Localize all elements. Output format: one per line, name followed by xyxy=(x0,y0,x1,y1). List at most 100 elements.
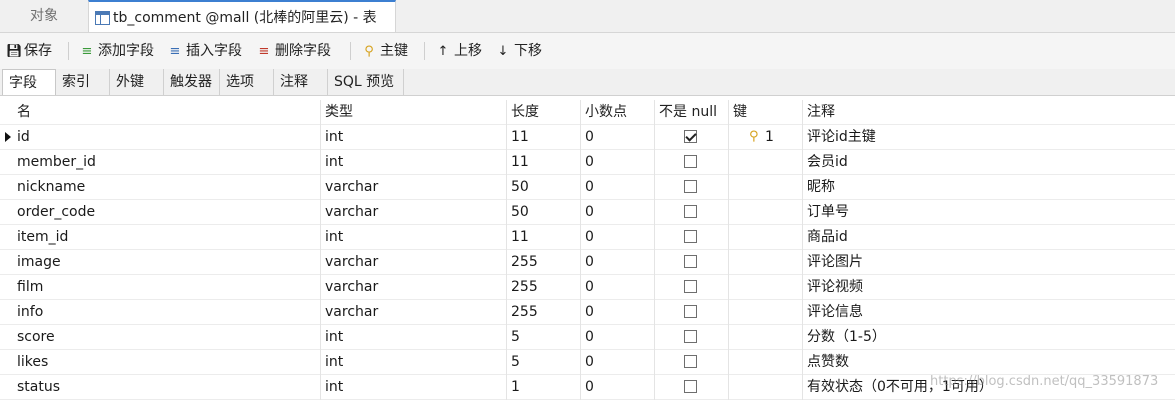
field-name-cell[interactable]: item_id xyxy=(13,225,321,250)
tab-triggers[interactable]: 触发器 xyxy=(164,69,220,95)
primary-key-button[interactable]: ⚲ 主键 xyxy=(362,41,408,61)
field-comment-cell[interactable]: 订单号 xyxy=(803,200,1175,225)
tab-indexes[interactable]: 索引 xyxy=(56,69,110,95)
field-type-cell[interactable]: int xyxy=(321,125,507,150)
field-length-cell[interactable]: 255 xyxy=(507,300,581,325)
not-null-checkbox[interactable] xyxy=(684,230,697,243)
field-comment-cell[interactable]: 评论信息 xyxy=(803,300,1175,325)
field-type-cell[interactable]: varchar xyxy=(321,175,507,200)
field-not-null-cell[interactable] xyxy=(655,150,729,175)
field-name-cell[interactable]: nickname xyxy=(13,175,321,200)
field-key-cell[interactable] xyxy=(729,200,803,225)
tab-options[interactable]: 选项 xyxy=(220,69,274,95)
field-not-null-cell[interactable] xyxy=(655,175,729,200)
field-comment-cell[interactable]: 点赞数 xyxy=(803,350,1175,375)
field-not-null-cell[interactable] xyxy=(655,225,729,250)
field-name-cell[interactable]: film xyxy=(13,275,321,300)
field-not-null-cell[interactable] xyxy=(655,200,729,225)
field-type-cell[interactable]: varchar xyxy=(321,275,507,300)
field-length-cell[interactable]: 11 xyxy=(507,225,581,250)
field-not-null-cell[interactable] xyxy=(655,125,729,150)
field-decimals-cell[interactable]: 0 xyxy=(581,325,655,350)
not-null-checkbox[interactable] xyxy=(684,255,697,268)
not-null-checkbox[interactable] xyxy=(684,180,697,193)
not-null-checkbox[interactable] xyxy=(684,330,697,343)
field-decimals-cell[interactable]: 0 xyxy=(581,150,655,175)
field-type-cell[interactable]: int xyxy=(321,375,507,400)
field-key-cell[interactable] xyxy=(729,175,803,200)
field-decimals-cell[interactable]: 0 xyxy=(581,225,655,250)
field-comment-cell[interactable]: 昵称 xyxy=(803,175,1175,200)
field-key-cell[interactable] xyxy=(729,250,803,275)
field-not-null-cell[interactable] xyxy=(655,250,729,275)
field-name-cell[interactable]: likes xyxy=(13,350,321,375)
field-type-cell[interactable]: varchar xyxy=(321,200,507,225)
table-row[interactable]: image varchar 255 0 评论图片 xyxy=(0,250,1175,275)
column-header-key[interactable]: 键 xyxy=(729,100,803,125)
field-comment-cell[interactable]: 会员id xyxy=(803,150,1175,175)
field-name-cell[interactable]: id xyxy=(13,125,321,150)
not-null-checkbox[interactable] xyxy=(684,205,697,218)
field-decimals-cell[interactable]: 0 xyxy=(581,250,655,275)
add-field-button[interactable]: ≡ 添加字段 xyxy=(80,41,154,61)
insert-field-button[interactable]: ≡ 插入字段 xyxy=(168,41,242,61)
table-row[interactable]: score int 5 0 分数（1-5） xyxy=(0,325,1175,350)
not-null-checkbox[interactable] xyxy=(684,130,697,143)
field-key-cell[interactable] xyxy=(729,150,803,175)
field-type-cell[interactable]: int xyxy=(321,225,507,250)
field-type-cell[interactable]: int xyxy=(321,350,507,375)
field-decimals-cell[interactable]: 0 xyxy=(581,200,655,225)
field-key-cell[interactable]: ⚲ 1 xyxy=(729,125,803,150)
tab-comment[interactable]: 注释 xyxy=(274,69,328,95)
column-header-type[interactable]: 类型 xyxy=(321,100,507,125)
field-key-cell[interactable] xyxy=(729,300,803,325)
field-length-cell[interactable]: 11 xyxy=(507,125,581,150)
field-key-cell[interactable] xyxy=(729,350,803,375)
field-comment-cell[interactable]: 商品id xyxy=(803,225,1175,250)
table-row[interactable]: order_code varchar 50 0 订单号 xyxy=(0,200,1175,225)
field-key-cell[interactable] xyxy=(729,225,803,250)
delete-field-button[interactable]: ≡ 删除字段 xyxy=(257,41,331,61)
field-length-cell[interactable]: 255 xyxy=(507,250,581,275)
not-null-checkbox[interactable] xyxy=(684,380,697,393)
tab-table-design[interactable]: tb_comment @mall (北棒的阿里云) - 表 xyxy=(88,0,396,32)
tab-fields[interactable]: 字段 xyxy=(2,69,56,95)
field-name-cell[interactable]: status xyxy=(13,375,321,400)
field-length-cell[interactable]: 1 xyxy=(507,375,581,400)
field-name-cell[interactable]: info xyxy=(13,300,321,325)
column-header-comment[interactable]: 注释 xyxy=(803,100,1175,125)
field-comment-cell[interactable]: 评论视频 xyxy=(803,275,1175,300)
field-key-cell[interactable] xyxy=(729,325,803,350)
field-length-cell[interactable]: 5 xyxy=(507,350,581,375)
field-decimals-cell[interactable]: 0 xyxy=(581,125,655,150)
field-type-cell[interactable]: int xyxy=(321,150,507,175)
field-decimals-cell[interactable]: 0 xyxy=(581,175,655,200)
field-key-cell[interactable] xyxy=(729,375,803,400)
field-type-cell[interactable]: varchar xyxy=(321,250,507,275)
column-header-not-null[interactable]: 不是 null xyxy=(655,100,729,125)
table-row[interactable]: nickname varchar 50 0 昵称 xyxy=(0,175,1175,200)
move-down-button[interactable]: ↓ 下移 xyxy=(496,41,542,61)
field-name-cell[interactable]: member_id xyxy=(13,150,321,175)
move-up-button[interactable]: ↑ 上移 xyxy=(436,41,482,61)
table-row[interactable]: film varchar 255 0 评论视频 xyxy=(0,275,1175,300)
field-not-null-cell[interactable] xyxy=(655,375,729,400)
field-comment-cell[interactable]: 评论id主键 xyxy=(803,125,1175,150)
field-name-cell[interactable]: image xyxy=(13,250,321,275)
table-row[interactable]: member_id int 11 0 会员id xyxy=(0,150,1175,175)
field-length-cell[interactable]: 255 xyxy=(507,275,581,300)
field-decimals-cell[interactable]: 0 xyxy=(581,350,655,375)
field-decimals-cell[interactable]: 0 xyxy=(581,375,655,400)
field-decimals-cell[interactable]: 0 xyxy=(581,300,655,325)
table-row[interactable]: item_id int 11 0 商品id xyxy=(0,225,1175,250)
field-length-cell[interactable]: 5 xyxy=(507,325,581,350)
not-null-checkbox[interactable] xyxy=(684,355,697,368)
field-not-null-cell[interactable] xyxy=(655,300,729,325)
field-name-cell[interactable]: score xyxy=(13,325,321,350)
field-not-null-cell[interactable] xyxy=(655,350,729,375)
tab-objects[interactable]: 对象 xyxy=(0,0,88,32)
field-decimals-cell[interactable]: 0 xyxy=(581,275,655,300)
column-header-length[interactable]: 长度 xyxy=(507,100,581,125)
field-type-cell[interactable]: varchar xyxy=(321,300,507,325)
not-null-checkbox[interactable] xyxy=(684,305,697,318)
